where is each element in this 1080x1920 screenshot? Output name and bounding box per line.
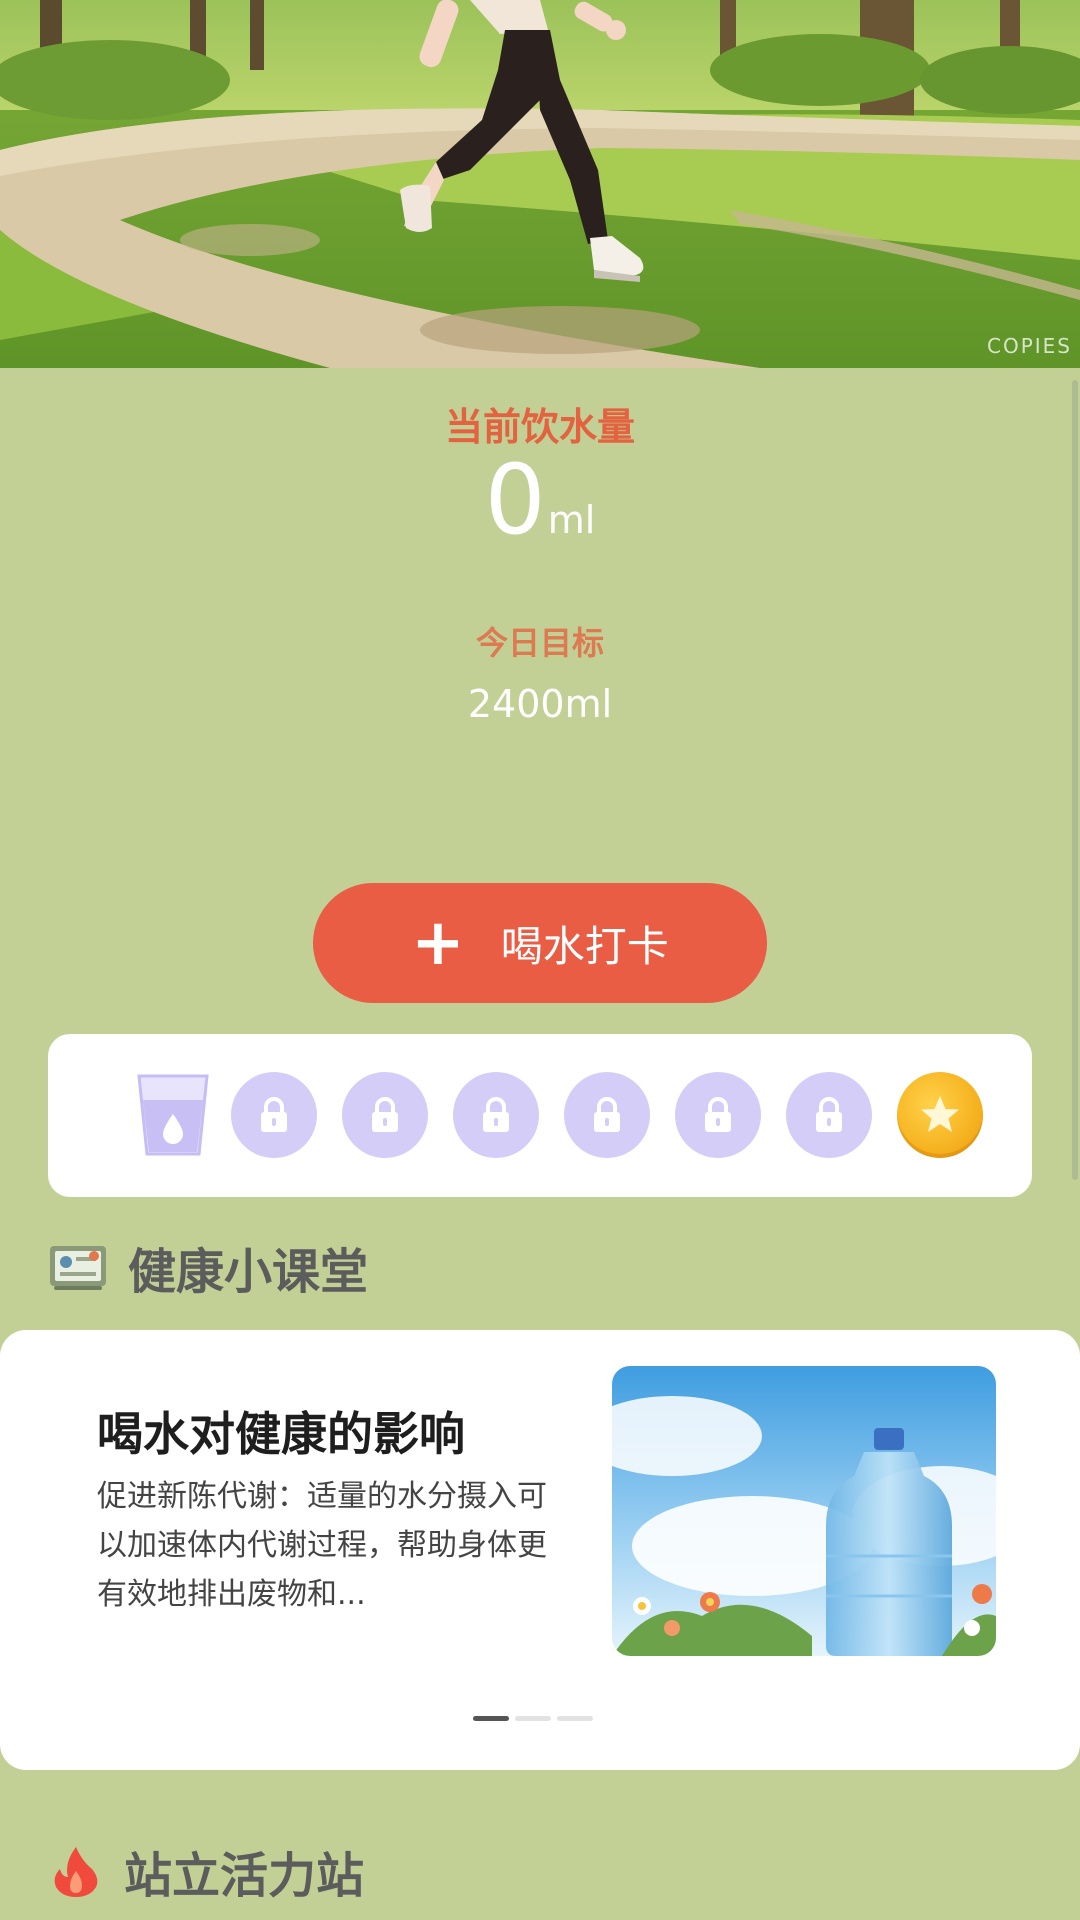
water-bottle-illustration — [612, 1366, 996, 1656]
locked-slot-5 — [675, 1072, 761, 1158]
health-article-card[interactable]: 喝水对健康的影响 促进新陈代谢：适量的水分摄入可以加速体内代谢过程，帮助身体更有… — [0, 1330, 1080, 1770]
daily-goal-label: 今日目标 — [475, 624, 604, 662]
water-cup-icon — [130, 1072, 216, 1158]
lock-icon — [816, 1097, 842, 1132]
current-intake-unit: ml — [547, 498, 596, 542]
lock-icon — [372, 1097, 398, 1132]
pager-dot-1[interactable] — [473, 1716, 509, 1721]
water-tracker-page: COPIES 当前饮水量 0ml 今日目标 2400ml + 喝水打卡 健康小课… — [0, 0, 1080, 1920]
plus-icon: + — [411, 906, 465, 980]
health-class-header: 健康小课堂 — [48, 1232, 368, 1302]
locked-slot-2 — [342, 1072, 428, 1158]
locked-slot-6 — [786, 1072, 872, 1158]
pager-dot-3[interactable] — [557, 1716, 593, 1721]
current-intake-value: 0ml — [0, 452, 1080, 548]
stand-station-header: 站立活力站 — [48, 1836, 364, 1906]
lock-icon — [705, 1097, 731, 1132]
health-class-title: 健康小课堂 — [128, 1244, 369, 1300]
drink-progress-card — [48, 1034, 1032, 1197]
water-checkin-button[interactable]: + 喝水打卡 — [313, 883, 767, 1003]
page-scrollbar[interactable] — [1072, 380, 1078, 1180]
locked-slot-3 — [453, 1072, 539, 1158]
current-intake-label: 当前饮水量 — [444, 405, 635, 449]
locked-slot-4 — [564, 1072, 650, 1158]
article-pager[interactable] — [473, 1716, 599, 1721]
hero-running-illustration: COPIES — [0, 0, 1080, 368]
lock-icon — [483, 1097, 509, 1132]
pager-dot-2[interactable] — [515, 1716, 551, 1721]
daily-goal-value: 2400ml — [467, 682, 613, 726]
locked-slot-1 — [231, 1072, 317, 1158]
hero-watermark: COPIES — [987, 334, 1072, 358]
lock-icon — [261, 1097, 287, 1132]
water-checkin-label: 喝水打卡 — [500, 921, 669, 971]
article-summary: 促进新陈代谢：适量的水分摄入可以加速体内代谢过程，帮助身体更有效地排出废物和..… — [97, 1479, 547, 1612]
stand-station-title: 站立活力站 — [124, 1848, 365, 1904]
classroom-board-icon — [50, 1246, 106, 1290]
star-coin-icon — [897, 1072, 983, 1158]
current-intake-number: 0 — [484, 444, 546, 556]
fire-icon — [54, 1847, 98, 1897]
article-title: 喝水对健康的影响 — [97, 1407, 465, 1461]
lock-icon — [594, 1097, 620, 1132]
